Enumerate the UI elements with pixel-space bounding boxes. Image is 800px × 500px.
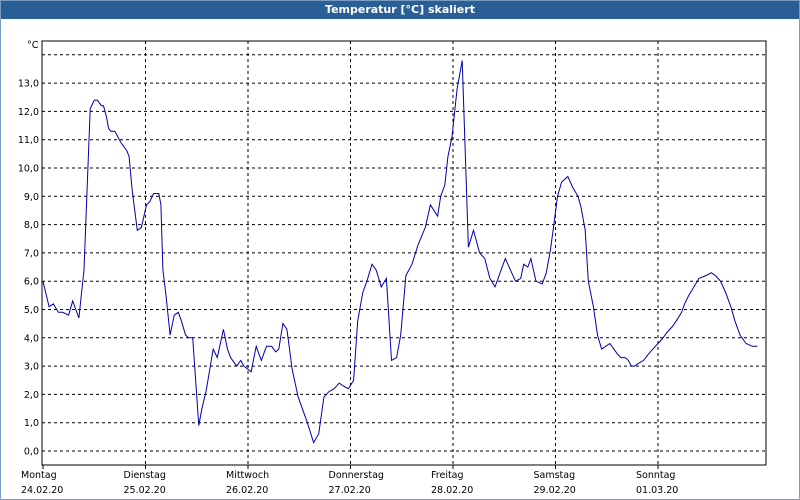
y-tick-label: 10,0 — [18, 164, 39, 175]
y-axis-unit-label: °C — [27, 40, 39, 51]
x-tick-date-label: 29.02.20 — [534, 485, 576, 496]
y-tick-label: 12,0 — [18, 107, 39, 118]
x-tick-day-label: Montag — [21, 470, 57, 481]
x-tick-date-label: 28.02.20 — [431, 485, 473, 496]
x-tick-day-label: Sonntag — [636, 470, 675, 481]
x-tick-day-label: Samstag — [534, 470, 576, 481]
y-tick-label: 2,0 — [24, 390, 39, 401]
x-tick-day-label: Freitag — [431, 470, 464, 481]
x-tick-date-label: 01.03.20 — [636, 485, 678, 496]
x-tick-date-label: 25.02.20 — [124, 485, 166, 496]
y-axis: 0,0 1,0 2,0 3,0 4,0 5,0 6,0 7,0 8,0 9,0 10,0 11,0 12… — [18, 79, 39, 458]
y-tick-label: 0,0 — [24, 447, 39, 458]
chart-window: Temperatur [°C] skaliert 0,0 1,0 2,0 3,0 4,0… — [0, 0, 800, 500]
x-tick-day-label: Mittwoch — [226, 470, 269, 481]
y-tick-label: 8,0 — [24, 220, 39, 231]
x-tick-date-label: 26.02.20 — [226, 485, 268, 496]
y-tick-label: 3,0 — [24, 362, 39, 373]
y-tick-label: 1,0 — [24, 418, 39, 429]
x-tick-day-label: Dienstag — [124, 470, 166, 481]
y-tick-label: 7,0 — [24, 248, 39, 259]
x-tick-date-label: 24.02.20 — [21, 485, 63, 496]
x-tick-date-label: 27.02.20 — [329, 485, 371, 496]
y-tick-label: 4,0 — [24, 333, 39, 344]
temperature-chart: 0,0 1,0 2,0 3,0 4,0 5,0 6,0 7,0 8,0 9,0 10,0 11,0 12… — [18, 40, 767, 496]
x-tick-day-label: Donnerstag — [329, 470, 384, 481]
y-tick-label: 13,0 — [18, 79, 39, 90]
y-tick-label: 6,0 — [24, 277, 39, 288]
y-tick-label: 9,0 — [24, 192, 39, 203]
y-tick-label: 5,0 — [24, 305, 39, 316]
y-tick-label: 11,0 — [18, 135, 39, 146]
x-axis: Montag 24.02.20 Dienstag 25.02.20 Mittwoch 26… — [21, 465, 678, 496]
